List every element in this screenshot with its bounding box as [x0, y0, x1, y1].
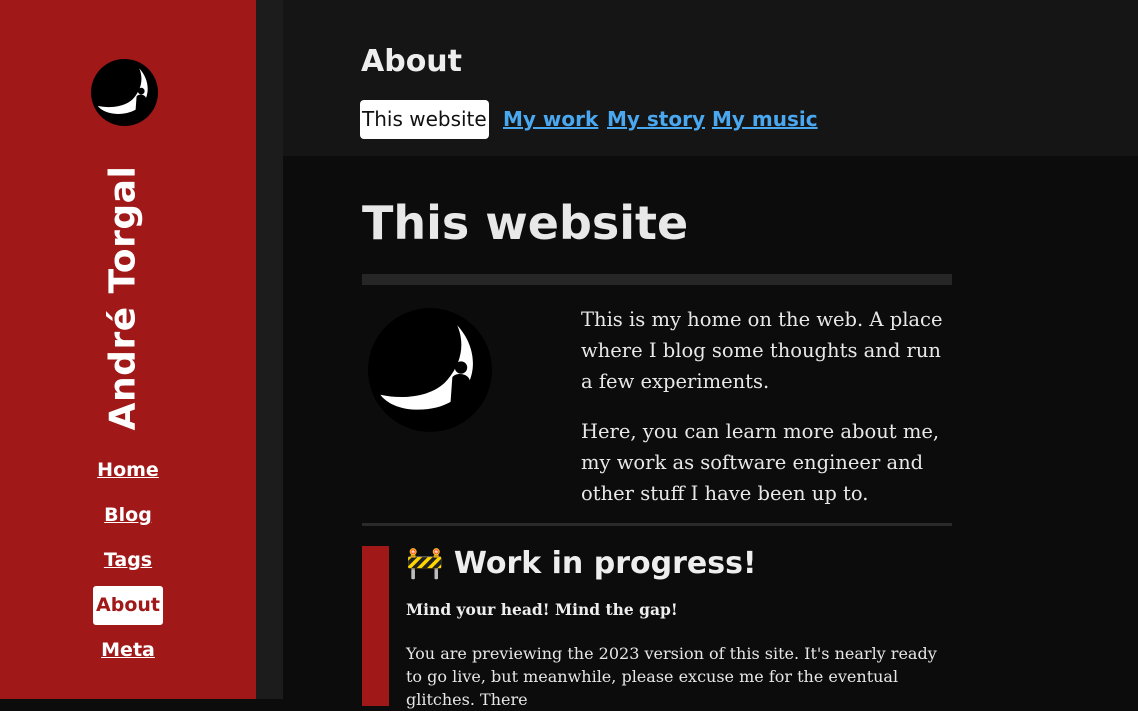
sidebar-item-meta[interactable]: Meta: [97, 631, 159, 670]
sidebar-item-blog[interactable]: Blog: [100, 496, 156, 535]
wip-subheading: Mind your head! Mind the gap!: [406, 600, 678, 619]
intro-paragraph: This is my home on the web. A place wher…: [581, 308, 943, 393]
intro-paragraph: Here, you can learn more about me, my wo…: [581, 420, 940, 505]
page-header: About This website My work My story My m…: [283, 0, 1138, 156]
page-title: This website: [362, 196, 689, 250]
callout-accent-bar: [362, 546, 389, 706]
moon-logo-icon: [368, 308, 492, 432]
tab-my-story[interactable]: My story: [607, 100, 705, 139]
intro-text: This is my home on the web. A place wher…: [581, 304, 953, 528]
tab-this-website[interactable]: This website: [360, 100, 489, 139]
sidebar-item-tags[interactable]: Tags: [100, 541, 156, 580]
tab-my-work[interactable]: My work: [503, 100, 598, 139]
sidebar: André Torgal Home Blog Tags About Meta: [0, 0, 256, 699]
section-title: About: [361, 44, 463, 79]
title-divider: [362, 274, 952, 285]
site-name[interactable]: André Torgal: [103, 166, 144, 431]
wip-body: You are previewing the 2023 version of t…: [406, 644, 937, 709]
tab-my-music[interactable]: My music: [712, 100, 818, 139]
sidebar-gutter: [256, 0, 283, 699]
sidebar-item-home[interactable]: Home: [93, 451, 163, 490]
construction-sign-icon: 🚧: [406, 546, 444, 581]
wip-heading-text: Work in progress!: [453, 546, 757, 581]
moon-logo-icon[interactable]: [91, 59, 158, 126]
sidebar-item-about[interactable]: About: [93, 586, 163, 625]
section-divider: [362, 523, 952, 526]
wip-heading: 🚧 Work in progress!: [406, 546, 757, 581]
